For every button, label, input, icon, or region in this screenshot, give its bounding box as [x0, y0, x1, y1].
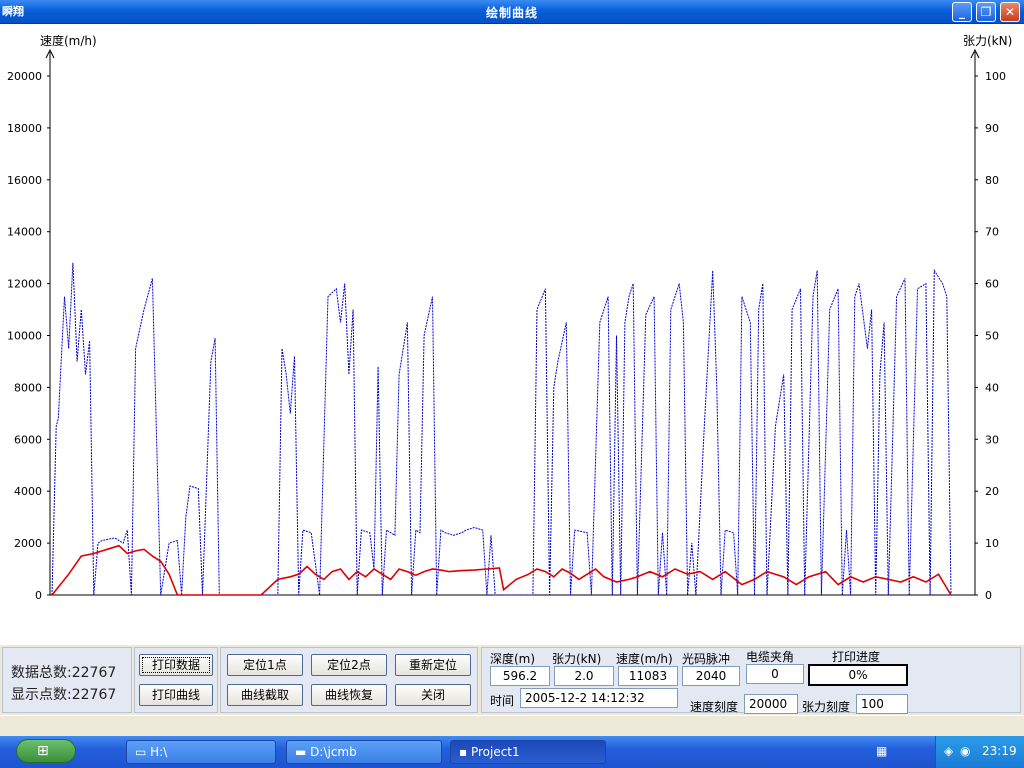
right-tick-label: 80 — [985, 174, 999, 187]
curve-restore-button[interactable]: 曲线恢复 — [311, 684, 387, 706]
cable-angle-label: 电缆夹角 — [746, 650, 795, 664]
stats-group: 数据总数:22767 显示点数:22767 — [2, 647, 132, 713]
control-panel: 数据总数:22767 显示点数:22767 打印数据 打印曲线 定位1点 定位2… — [0, 645, 1024, 715]
speed-field: 11083 — [618, 666, 678, 686]
tension-field: 2.0 — [554, 666, 614, 686]
left-tick-label: 18000 — [7, 122, 42, 135]
clock: 23:19 — [982, 744, 1017, 758]
shown-count-value: 22767 — [71, 687, 117, 703]
system-tray: ◈ ◉ 23:19 — [935, 736, 1024, 768]
left-axis-label: 速度(m/h) — [40, 33, 97, 48]
readout-group: 深度(m) 596.2 张力(kN) 2.0 速度(m/h) 11083 光码脉… — [481, 647, 1021, 714]
speed-series-line — [51, 262, 952, 596]
speed-tension-chart: 速度(m/h) 张力(kN) 0 2000 4000 6000 8000 10000 12000… — [7, 33, 1012, 602]
left-tick-label: 0 — [35, 589, 42, 602]
restore-button[interactable]: ❐ — [976, 2, 996, 22]
print-progress-box: 0% — [808, 664, 908, 686]
left-tick-label: 6000 — [14, 433, 42, 446]
depth-field: 596.2 — [490, 666, 550, 686]
relocate-button[interactable]: 重新定位 — [395, 654, 471, 676]
volume-icon[interactable]: ◉ — [960, 744, 970, 758]
minimize-button[interactable]: _ — [952, 2, 972, 22]
tension-series-line — [51, 544, 952, 596]
left-tick-label: 20000 — [7, 70, 42, 83]
folder-icon: ▬ — [295, 745, 311, 759]
right-tick-label: 30 — [985, 433, 999, 446]
tension-scale-field[interactable]: 100 — [856, 694, 908, 714]
left-tick-label: 14000 — [7, 226, 42, 239]
network-icon[interactable]: ◈ — [944, 744, 953, 758]
total-count-value: 22767 — [71, 665, 117, 681]
time-field: 2005-12-2 14:12:32 — [520, 688, 678, 708]
speed-scale-label: 速度刻度 — [690, 700, 739, 714]
title-bar: 瞬翔 绘制曲线 _ ❐ ✕ — [0, 0, 1024, 24]
locate-group: 定位1点 定位2点 重新定位 曲线截取 曲线恢复 关闭 — [220, 647, 478, 713]
speed-label: 速度(m/h) — [616, 652, 673, 666]
task-h-drive-label: H:\ — [150, 745, 168, 759]
speed-scale-field[interactable]: 20000 — [744, 694, 798, 714]
shown-count-label: 显示点数: — [11, 687, 72, 703]
curve-cut-button[interactable]: 曲线截取 — [227, 684, 303, 706]
print-data-button[interactable]: 打印数据 — [139, 654, 213, 676]
start-button[interactable]: ⊞ — [16, 739, 76, 763]
left-tick-label: 12000 — [7, 278, 42, 291]
tension-scale-label: 张力刻度 — [802, 700, 851, 714]
window-title: 绘制曲线 — [485, 6, 538, 20]
task-project1[interactable]: ▪ Project1 — [450, 740, 606, 764]
right-tick-label: 0 — [985, 589, 992, 602]
chart-axes: 速度(m/h) 张力(kN) 0 2000 4000 6000 8000 10000 12000… — [7, 33, 1012, 602]
taskbar: ⊞ ▭ H:\ ▬ D:\jcmb ▪ Project1 ▦ ◈ ◉ 23:19 — [0, 736, 1024, 768]
depth-label: 深度(m) — [490, 652, 536, 666]
print-group: 打印数据 打印曲线 — [134, 647, 218, 713]
task-jcmb-folder[interactable]: ▬ D:\jcmb — [286, 740, 442, 764]
left-tick-label: 2000 — [14, 537, 42, 550]
right-tick-label: 60 — [985, 278, 999, 291]
task-h-drive[interactable]: ▭ H:\ — [126, 740, 276, 764]
close-button[interactable]: 关闭 — [395, 684, 471, 706]
left-tick-label: 8000 — [14, 381, 42, 394]
pulse-field: 2040 — [682, 666, 740, 686]
locate-point1-button[interactable]: 定位1点 — [227, 654, 303, 676]
right-tick-label: 20 — [985, 485, 999, 498]
locate-point2-button[interactable]: 定位2点 — [311, 654, 387, 676]
windows-flag-icon: ⊞ — [37, 743, 49, 759]
drive-icon: ▭ — [135, 745, 151, 759]
right-tick-label: 40 — [985, 381, 999, 394]
keyboard-icon[interactable]: ▦ — [876, 744, 887, 758]
right-tick-label: 10 — [985, 537, 999, 550]
right-axis-label: 张力(kN) — [963, 34, 1012, 48]
left-tick-label: 4000 — [14, 485, 42, 498]
task-jcmb-label: D:\jcmb — [310, 745, 357, 759]
total-count: 数据总数:22767 — [11, 662, 116, 682]
right-tick-label: 70 — [985, 226, 999, 239]
right-tick-label: 50 — [985, 330, 999, 343]
right-tick-label: 100 — [985, 70, 1006, 83]
close-window-button[interactable]: ✕ — [1000, 2, 1020, 22]
total-count-label: 数据总数: — [11, 665, 72, 681]
app-icon-small: ▪ — [459, 745, 471, 759]
task-project1-label: Project1 — [470, 745, 520, 759]
left-tick-label: 10000 — [7, 330, 42, 343]
chart-series — [51, 262, 952, 596]
shown-count: 显示点数:22767 — [11, 684, 116, 704]
pulse-label: 光码脉冲 — [682, 652, 731, 666]
tension-label: 张力(kN) — [552, 652, 602, 666]
print-progress-label: 打印进度 — [832, 650, 881, 664]
time-label: 时间 — [490, 694, 515, 708]
print-curve-button[interactable]: 打印曲线 — [139, 684, 213, 706]
cable-angle-field: 0 — [746, 664, 804, 684]
left-tick-label: 16000 — [7, 174, 42, 187]
right-tick-label: 90 — [985, 122, 999, 135]
status-bar — [0, 715, 1024, 736]
